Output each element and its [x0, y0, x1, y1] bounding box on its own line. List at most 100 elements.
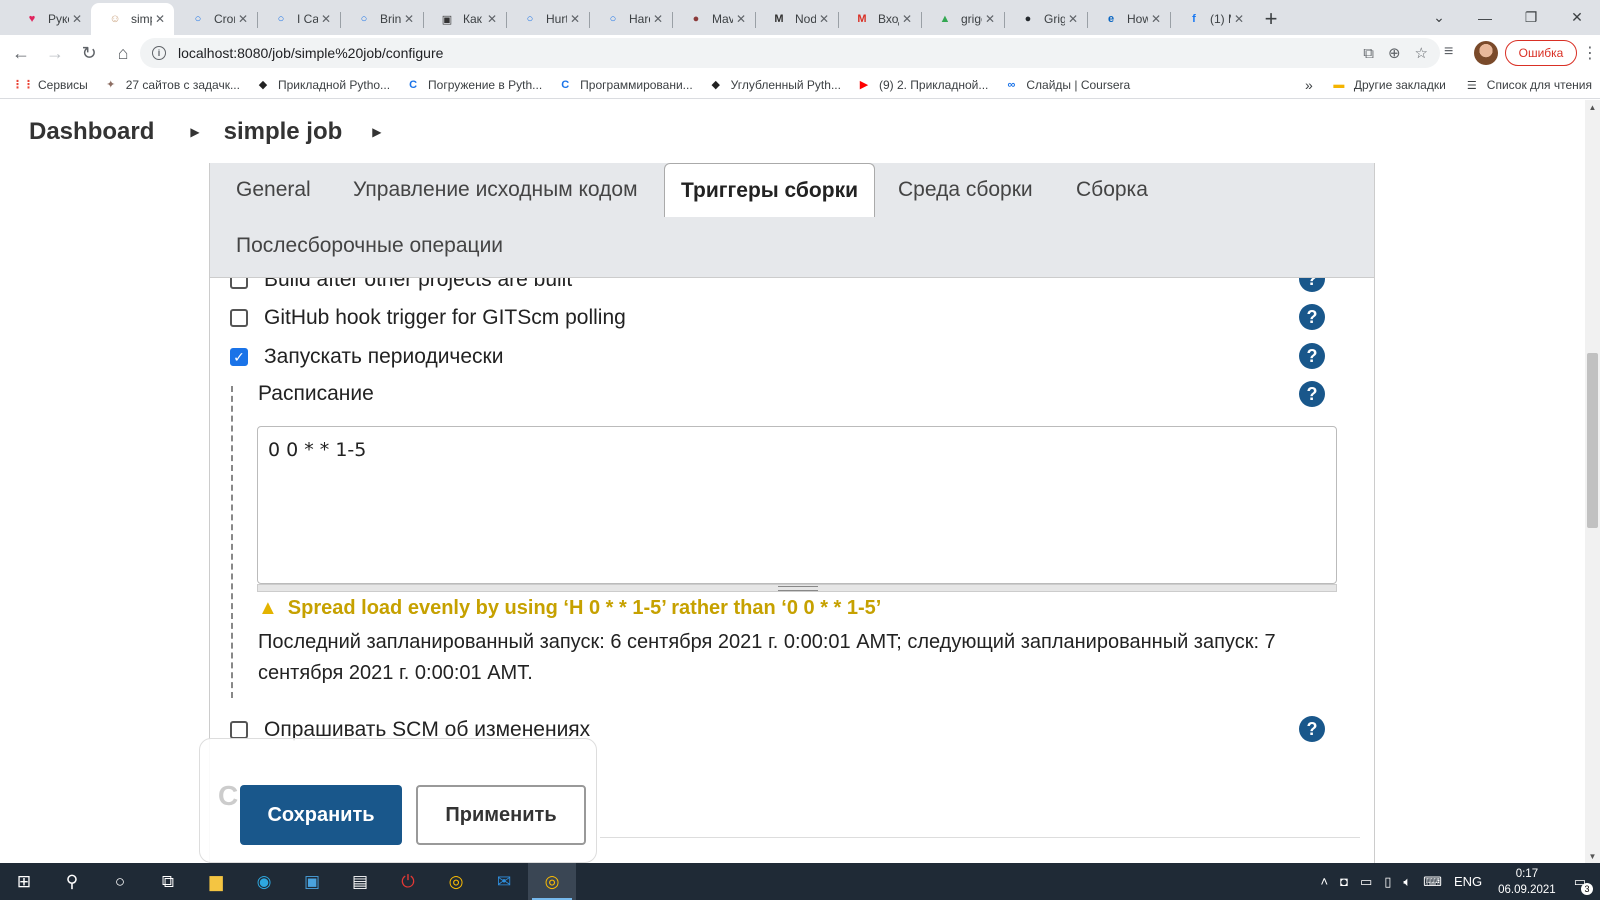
- bookmark-item[interactable]: ◆ Прикладной Pytho...: [255, 77, 390, 93]
- close-tab-icon[interactable]: ✕: [235, 12, 251, 26]
- checkbox[interactable]: [230, 309, 248, 327]
- store-icon[interactable]: ▤: [336, 863, 384, 900]
- close-tab-icon[interactable]: ✕: [1148, 12, 1164, 26]
- camera-icon[interactable]: ◘: [1340, 874, 1348, 889]
- browser-tab[interactable]: ○ I Car✕: [257, 3, 340, 35]
- volume-icon[interactable]: 🔈︎: [1403, 874, 1411, 890]
- browser-tab[interactable]: f (1) M✕: [1170, 3, 1253, 35]
- checkbox[interactable]: [230, 278, 248, 289]
- help-icon[interactable]: ?: [1299, 716, 1325, 742]
- close-tab-icon[interactable]: ✕: [816, 12, 832, 26]
- bookmark-item[interactable]: ✦ 27 сайтов с задачк...: [103, 77, 240, 93]
- browser-tab[interactable]: ○ Hurt ✕: [506, 3, 589, 35]
- close-tab-icon[interactable]: ✕: [899, 12, 915, 26]
- tab-general[interactable]: General: [220, 163, 327, 217]
- profile-avatar[interactable]: [1474, 41, 1498, 65]
- close-tab-icon[interactable]: ✕: [401, 12, 417, 26]
- schedule-textarea[interactable]: 0 0 * * 1-5: [257, 426, 1337, 584]
- browser-tab[interactable]: ● Grig ✕: [1004, 3, 1087, 35]
- bookmark-item[interactable]: ▶ (9) 2. Прикладной...: [856, 77, 989, 93]
- close-tab-icon[interactable]: ✕: [1231, 12, 1247, 26]
- mail-icon[interactable]: ✉: [480, 863, 528, 900]
- close-tab-icon[interactable]: ✕: [484, 12, 500, 26]
- zoom-icon[interactable]: ⊕: [1388, 44, 1401, 62]
- reload-icon[interactable]: ↻: [72, 36, 106, 70]
- edge-icon[interactable]: ◉: [240, 863, 288, 900]
- trigger-build-after-other[interactable]: Build after other projects are built: [230, 278, 572, 295]
- chrome-active-icon[interactable]: ◎: [528, 863, 576, 900]
- search-icon[interactable]: ⚲: [48, 863, 96, 900]
- browser-tab[interactable]: ▲ grigc✕: [921, 3, 1004, 35]
- browser-tab[interactable]: ● Mav ✕: [672, 3, 755, 35]
- other-bookmarks[interactable]: ▬ Другие закладки: [1331, 77, 1445, 93]
- tab-build-environment[interactable]: Среда сборки: [882, 163, 1049, 217]
- media-control-icon[interactable]: ≡: [1444, 43, 1453, 61]
- browser-tab[interactable]: ▣ Как :✕: [423, 3, 506, 35]
- close-tab-icon[interactable]: ✕: [982, 12, 998, 26]
- apply-button[interactable]: Применить: [416, 785, 586, 845]
- close-tab-icon[interactable]: ✕: [567, 12, 583, 26]
- bookmark-item[interactable]: ∞ Слайды | Coursera: [1003, 77, 1130, 93]
- checkbox-checked[interactable]: ✓: [230, 348, 248, 366]
- browser-tab[interactable]: ○ Bring✕: [340, 3, 423, 35]
- chrome-icon[interactable]: ◎: [432, 863, 480, 900]
- chevron-up-icon[interactable]: ˄: [1320, 874, 1328, 889]
- minimize-icon[interactable]: —: [1462, 10, 1508, 26]
- trigger-github-hook[interactable]: GitHub hook trigger for GITScm polling: [230, 303, 626, 333]
- battery-icon[interactable]: ▭: [1360, 874, 1372, 890]
- forward-icon[interactable]: →: [38, 36, 72, 70]
- checkbox[interactable]: [230, 721, 248, 739]
- clock[interactable]: 0:17 06.09.2021: [1498, 866, 1556, 898]
- star-icon[interactable]: ☆: [1415, 44, 1428, 62]
- tab-build-triggers[interactable]: Триггеры сборки: [664, 163, 875, 217]
- cortana-icon[interactable]: ○: [96, 863, 144, 900]
- chevron-right-icon[interactable]: ▶: [190, 125, 199, 139]
- help-icon[interactable]: ?: [1299, 278, 1325, 292]
- power-app-icon[interactable]: ⏻: [384, 863, 432, 900]
- scrollbar[interactable]: ▲ ▼: [1585, 100, 1600, 863]
- browser-tab[interactable]: M Nod ✕: [755, 3, 838, 35]
- error-button[interactable]: Ошибка: [1505, 40, 1577, 66]
- task-view-icon[interactable]: ⧉: [144, 863, 192, 900]
- browser-tab[interactable]: e How ✕: [1087, 3, 1170, 35]
- home-icon[interactable]: ⌂: [106, 36, 140, 70]
- browser-tab[interactable]: ○ Cron✕: [174, 3, 257, 35]
- language-indicator[interactable]: ENG: [1454, 874, 1482, 889]
- url-text[interactable]: localhost:8080/job/simple%20job/configur…: [178, 45, 443, 61]
- tab-search-icon[interactable]: ⌄: [1416, 9, 1462, 26]
- notifications-icon[interactable]: ▭ 3: [1574, 874, 1593, 895]
- close-tab-icon[interactable]: ✕: [650, 12, 666, 26]
- trigger-periodic[interactable]: ✓ Запускать периодически: [230, 342, 503, 372]
- tab-build[interactable]: Сборка: [1060, 163, 1164, 217]
- start-icon[interactable]: ⊞: [0, 863, 48, 900]
- tab-post-build[interactable]: Послесборочные операции: [220, 219, 519, 273]
- textarea-resize-handle[interactable]: [257, 584, 1337, 592]
- browser-tab[interactable]: ♥ Руко✕: [8, 3, 91, 35]
- close-tab-icon[interactable]: ✕: [1065, 12, 1081, 26]
- browser-tab[interactable]: ☺ simp✕: [91, 3, 174, 35]
- tab-scm[interactable]: Управление исходным кодом: [337, 163, 654, 217]
- bookmark-item[interactable]: ⋮⋮ Сервисы: [12, 77, 88, 93]
- reading-list[interactable]: ☰ Список для чтения: [1464, 77, 1592, 93]
- back-icon[interactable]: ←: [4, 36, 38, 70]
- bookmark-item[interactable]: C Погружение в Pyth...: [405, 77, 542, 93]
- file-explorer-icon[interactable]: ▆: [192, 863, 240, 900]
- keyboard-icon[interactable]: ⌨: [1423, 874, 1442, 890]
- url-bar[interactable]: i localhost:8080/job/simple%20job/config…: [140, 38, 1440, 68]
- network-icon[interactable]: ▯: [1384, 874, 1391, 890]
- breadcrumb-simple-job[interactable]: simple job: [224, 118, 343, 146]
- site-info-icon[interactable]: i: [152, 46, 166, 60]
- close-tab-icon[interactable]: ✕: [733, 12, 749, 26]
- restore-icon[interactable]: ❐: [1508, 9, 1554, 26]
- bookmarks-more-icon[interactable]: »: [1305, 77, 1313, 93]
- close-tab-icon[interactable]: ✕: [318, 12, 334, 26]
- help-icon[interactable]: ?: [1299, 343, 1325, 369]
- new-tab-button[interactable]: +: [1253, 3, 1289, 35]
- save-button[interactable]: Сохранить: [240, 785, 402, 845]
- scroll-thumb[interactable]: [1587, 353, 1598, 528]
- app-icon[interactable]: ▣: [288, 863, 336, 900]
- bookmark-item[interactable]: ◆ Углубленный Pyth...: [708, 77, 841, 93]
- browser-tab[interactable]: ○ Hard✕: [589, 3, 672, 35]
- help-icon[interactable]: ?: [1299, 304, 1325, 330]
- close-tab-icon[interactable]: ✕: [69, 12, 85, 26]
